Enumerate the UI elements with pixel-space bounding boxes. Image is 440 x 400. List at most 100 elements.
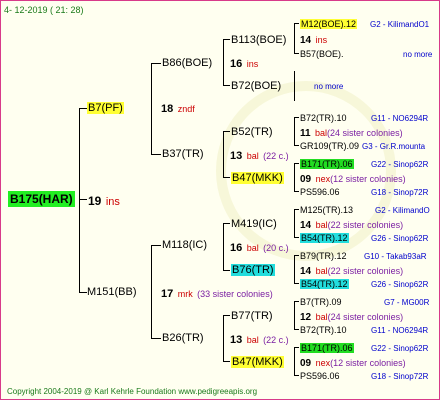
connector — [223, 315, 224, 361]
g4-info: 14 ins — [300, 35, 328, 46]
father-node[interactable]: B7(PF) — [87, 102, 124, 114]
connector — [151, 154, 161, 155]
connector — [294, 375, 299, 376]
g3-node[interactable]: M419(IC) — [231, 218, 277, 230]
connector — [294, 347, 295, 375]
connector — [79, 108, 80, 293]
ff-info: 16 ins — [230, 58, 259, 70]
g4-ref: G2 - KilimandO — [375, 206, 430, 215]
connector — [79, 108, 87, 109]
connector — [294, 23, 295, 53]
connector — [79, 199, 87, 200]
g4-row[interactable]: GR109(TR).09 — [300, 140, 359, 152]
father-info: 18 zndf — [161, 103, 195, 115]
connector — [294, 71, 295, 101]
g3-node[interactable]: B47(MKK) — [231, 172, 284, 184]
g4-ref: no more — [403, 50, 433, 59]
g3-node[interactable]: B76(TR) — [231, 264, 275, 276]
g4-row[interactable]: B7(TR).09 — [300, 296, 342, 308]
g4-ref: G2 - KilimandO1 — [370, 20, 430, 29]
father-name: B7(PF) — [87, 102, 124, 114]
root-name: B175(HAR) — [8, 191, 75, 207]
connector — [294, 209, 295, 237]
connector — [223, 85, 230, 86]
g4-row[interactable]: B171(TR).06 — [300, 158, 354, 170]
g4-ref: G26 - Sinop62R — [371, 234, 429, 243]
connector — [223, 177, 230, 178]
connector — [294, 117, 299, 118]
g3-node[interactable]: B77(TR) — [231, 310, 273, 322]
mother-node[interactable]: M151(BB) — [87, 286, 137, 298]
g4-info: 09 nex(12 sister colonies) — [300, 174, 406, 185]
connector — [223, 131, 230, 132]
connector — [223, 361, 230, 362]
root-info: 19 ins — [88, 194, 120, 208]
g4-row[interactable]: PS596.06 — [300, 186, 340, 198]
connector — [294, 301, 299, 302]
mf-node[interactable]: M118(IC) — [162, 239, 207, 251]
connector — [223, 39, 224, 85]
connector — [223, 223, 224, 270]
g4-ref: G11 - NO6294R — [371, 114, 429, 123]
root-node[interactable]: B175(HAR) — [8, 191, 75, 207]
g4-row[interactable]: PS596.06 — [300, 370, 340, 382]
g4-row[interactable]: B72(TR).10 — [300, 324, 347, 336]
connector — [151, 63, 161, 64]
connector — [294, 209, 299, 210]
ff-node[interactable]: B86(BOE) — [162, 57, 212, 69]
connector — [294, 237, 299, 238]
connector — [294, 347, 299, 348]
mother-name: M151(BB) — [87, 286, 137, 298]
date-stamp: 4- 12-2019 ( 21: 28) — [4, 5, 84, 15]
g3-node[interactable]: B52(TR) — [231, 126, 273, 138]
g4-row[interactable]: B54(TR).12 — [300, 278, 349, 290]
connector — [294, 301, 295, 329]
connector — [223, 131, 224, 177]
g3-node[interactable]: B72(BOE) — [231, 80, 281, 92]
g4-row[interactable]: B171(TR).06 — [300, 342, 354, 354]
g4-ref: G18 - Sinop72R — [371, 372, 429, 381]
g4-row[interactable]: B72(TR).10 — [300, 112, 347, 124]
connector — [79, 292, 87, 293]
connector — [294, 117, 295, 145]
g4-row[interactable]: B79(TR).12 — [300, 250, 347, 262]
g4-ref: G3 - Gr.R.mounta — [362, 142, 426, 151]
g4-row[interactable]: B57(BOE). — [300, 48, 344, 60]
connector — [294, 53, 299, 54]
connector — [294, 283, 299, 284]
g4-row: no more — [314, 82, 344, 91]
g4-row[interactable]: B54(TR).12 — [300, 232, 349, 244]
g4-ref: G11 - NO6294R — [371, 326, 429, 335]
fm-node[interactable]: B37(TR) — [162, 148, 204, 160]
mother-info: 17 mrk (33 sister colonies) — [161, 288, 273, 300]
g4-ref: G26 - Sinop62R — [371, 280, 429, 289]
connector — [223, 315, 230, 316]
footer-copyright: Copyright 2004-2019 @ Karl Kehrle Founda… — [7, 387, 258, 396]
g4-row[interactable]: M12(BOE).12 — [300, 18, 358, 30]
connector — [223, 39, 230, 40]
g4-row[interactable]: M125(TR).13 — [300, 204, 353, 216]
g3-node[interactable]: B113(BOE) — [231, 34, 286, 46]
pedigree-chart: 4- 12-2019 ( 21: 28) B175(HAR) 19 ins B7… — [0, 0, 440, 400]
connector — [294, 163, 299, 164]
fm-info: 13 bal (22 c.) — [230, 150, 289, 162]
g3-node[interactable]: B47(MKK) — [231, 356, 284, 368]
g4-info: 11 bal(24 sister colonies) — [300, 128, 403, 139]
connector — [151, 245, 152, 338]
connector — [294, 163, 295, 191]
g4-ref: G18 - Sinop72R — [371, 188, 429, 197]
connector — [294, 329, 299, 330]
connector — [223, 223, 230, 224]
connector — [294, 23, 299, 24]
g4-ref: G10 - Takab93aR — [364, 252, 427, 261]
g4-ref: G7 - MG00R — [384, 298, 430, 307]
connector — [294, 255, 299, 256]
connector — [151, 245, 161, 246]
connector — [151, 63, 152, 154]
connector — [294, 255, 295, 283]
connector — [294, 191, 299, 192]
g4-info: 14 bal(22 sister colonies) — [300, 266, 404, 277]
g4-ref: G22 - Sinop62R — [371, 344, 429, 353]
connector — [294, 145, 299, 146]
mm-node[interactable]: B26(TR) — [162, 332, 204, 344]
